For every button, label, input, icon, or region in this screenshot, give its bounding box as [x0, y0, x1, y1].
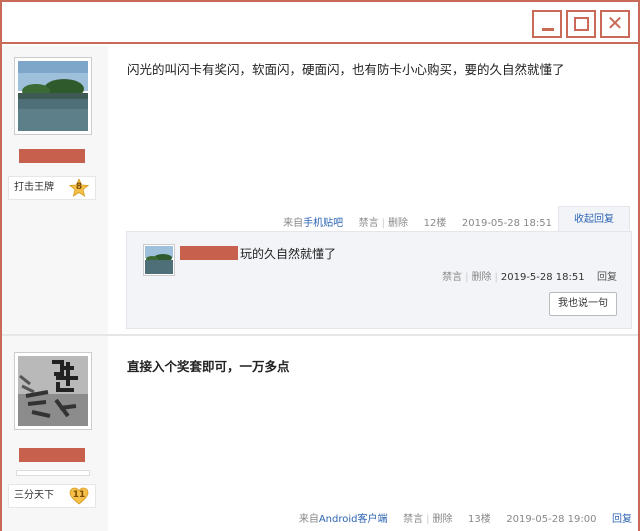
post-floor-13: 三分天下 11 直接入个奖套即可，一万多点 来自Android客户端 禁言 | 删除…	[2, 336, 638, 531]
reply-delete-link[interactable]: 删除	[472, 272, 492, 283]
source-link[interactable]: 手机贴吧	[303, 218, 343, 229]
username-redacted[interactable]	[19, 448, 85, 462]
close-button[interactable]: ✕	[600, 10, 630, 38]
avatar[interactable]	[14, 57, 92, 135]
reply-time: 2019-5-28 18:51	[500, 272, 585, 283]
level-name: 打击王牌	[14, 182, 54, 193]
level-badge[interactable]: 打击王牌 8	[8, 176, 96, 200]
floor-number: 13楼	[468, 514, 491, 525]
reply-avatar-image	[145, 246, 173, 274]
maximize-button[interactable]	[566, 10, 596, 38]
post-floor-12: 打击王牌 8 闪光的叫闪卡有奖闪，软面闪，硬面闪，也有防卡小心购买，要的久自然就…	[2, 46, 638, 334]
title-bar: ✕	[2, 2, 638, 44]
delete-link[interactable]: 删除	[432, 514, 452, 525]
level-name: 三分天下	[14, 490, 54, 501]
reply-link[interactable]: 回复	[597, 272, 617, 283]
avatar-lake-image	[18, 61, 88, 131]
avatar[interactable]	[14, 352, 92, 430]
post-meta: 来自手机贴吧 禁言 | 删除 12楼 2019-05-28 18:51	[283, 218, 552, 229]
reply-box: 玩的久自然就懂了 禁言 | 删除 | 2019-5-28 18:51 回复 我也说一句	[126, 231, 632, 329]
maximize-icon	[574, 17, 589, 31]
source-prefix: 来自	[283, 218, 304, 229]
level-number: 11	[72, 490, 86, 500]
say-something-button[interactable]: 我也说一句	[549, 292, 617, 316]
collapse-replies-button[interactable]: 收起回复	[558, 206, 630, 232]
floor-number: 12楼	[423, 218, 447, 229]
level-number: 8	[75, 182, 83, 192]
reply-link[interactable]: 回复	[612, 514, 632, 525]
reply-ban-link[interactable]: 禁言	[442, 272, 462, 283]
post-time: 2019-05-28 18:51	[461, 218, 552, 229]
reply-username-redacted[interactable]	[180, 246, 238, 260]
ban-link[interactable]: 禁言	[359, 218, 379, 229]
close-icon: ✕	[606, 11, 624, 35]
avatar-calligraphy-image	[18, 356, 88, 426]
author-sidebar: 打击王牌 8	[2, 46, 108, 334]
post-content: 直接入个奖套即可，一万多点	[127, 359, 290, 374]
app-window: ✕ 打击王牌 8 闪光的叫闪卡有奖闪，软面闪，硬面闪，也有防卡小心购买，要的久自…	[0, 0, 640, 531]
ban-link[interactable]: 禁言	[403, 514, 423, 525]
reply-meta: 禁言 | 删除 | 2019-5-28 18:51 回复	[442, 272, 617, 283]
reply-text: 玩的久自然就懂了	[240, 247, 337, 261]
experience-bar	[16, 470, 90, 476]
post-meta: 来自Android客户端 禁言 | 删除 13楼 2019-05-28 19:00 …	[298, 514, 632, 525]
source-link[interactable]: Android客户端	[319, 514, 388, 525]
post-time: 2019-05-28 19:00	[506, 514, 597, 525]
source-prefix: 来自	[298, 514, 319, 525]
minimize-button[interactable]	[532, 10, 562, 38]
author-sidebar: 三分天下 11	[2, 336, 108, 531]
username-redacted[interactable]	[19, 149, 85, 163]
post-content: 闪光的叫闪卡有奖闪，软面闪，硬面闪，也有防卡小心购买，要的久自然就懂了	[127, 62, 565, 77]
minimize-icon	[542, 28, 554, 31]
reply-avatar[interactable]	[143, 244, 175, 276]
level-badge[interactable]: 三分天下 11	[8, 484, 96, 508]
delete-link[interactable]: 删除	[388, 218, 408, 229]
